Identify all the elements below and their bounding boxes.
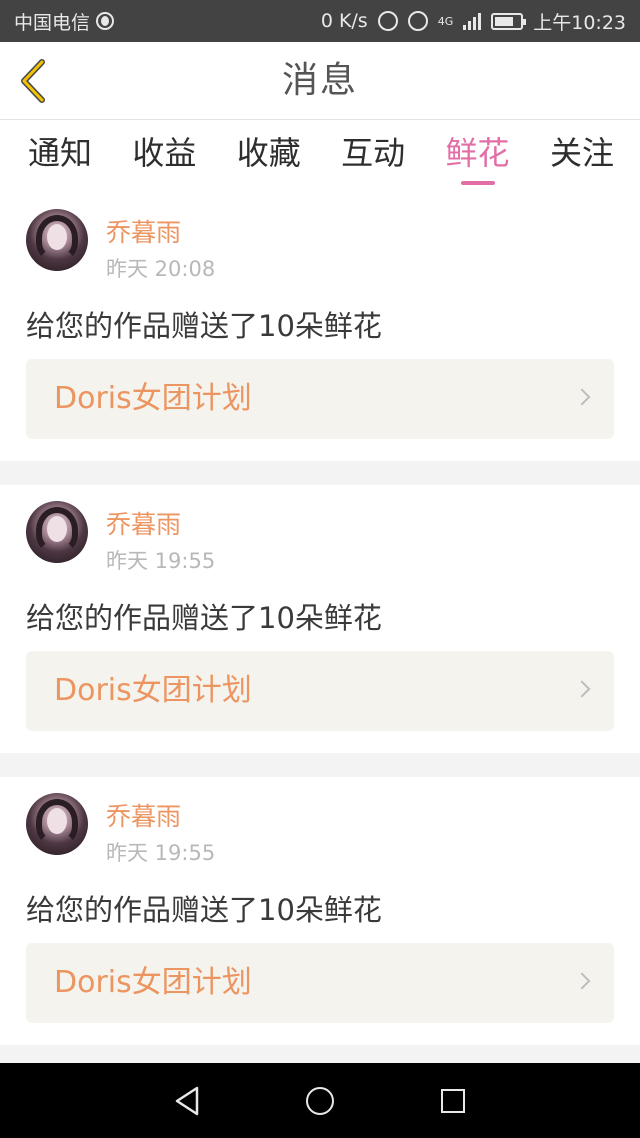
message-text: 给您的作品赠送了10朵鲜花 [26,601,382,635]
tab-bar: 通知 收益 收藏 互动 鲜花 关注 [0,121,640,193]
chevron-right-icon [573,972,591,990]
chevron-right-icon [573,680,591,698]
message-item: 乔暮雨 昨天 20:08 给您的作品赠送了10朵鲜花 Doris女团计划 [0,193,640,461]
sender-name[interactable]: 乔暮雨 [106,505,181,541]
chevron-left-icon [21,59,45,103]
message-text: 给您的作品赠送了10朵鲜花 [26,309,382,343]
circle-home-icon [305,1086,334,1115]
sender-name[interactable]: 乔暮雨 [106,797,181,833]
nav-back-button[interactable] [159,1073,215,1129]
tab-label: 互动 [341,134,406,172]
globe-icon [96,12,115,30]
tab-label: 鲜花 [445,134,510,172]
work-link-card[interactable]: Doris女团计划 [26,651,614,731]
clock: 上午10:23 [533,11,626,34]
work-link-card[interactable]: Doris女团计划 [26,943,614,1023]
tab-favorites[interactable]: 收藏 [217,121,321,193]
message-time: 昨天 19:55 [106,841,216,865]
square-recents-icon [441,1088,466,1113]
network-speed: 0 K/s [320,10,368,32]
network-type: 4G [437,14,454,28]
work-title: Doris女团计划 [54,965,252,1000]
message-item: 乔暮雨 昨天 19:55 给您的作品赠送了10朵鲜花 Doris女团计划 [0,777,640,1045]
headphones-icon [377,11,398,31]
message-list[interactable]: 乔暮雨 昨天 20:08 给您的作品赠送了10朵鲜花 Doris女团计划 乔暮雨… [0,193,640,1063]
data-saver-icon [407,11,428,31]
tab-label: 收益 [132,134,197,172]
tab-label: 关注 [549,134,614,172]
system-nav-bar [0,1063,640,1138]
message-time: 昨天 20:08 [106,257,216,281]
status-right: 0 K/s 4G 上午10:23 [321,8,626,35]
message-time: 昨天 19:55 [106,549,216,573]
triangle-back-icon [175,1086,198,1115]
tab-following[interactable]: 关注 [530,121,634,193]
nav-home-button[interactable] [292,1073,348,1129]
tab-notifications[interactable]: 通知 [8,121,112,193]
work-title: Doris女团计划 [54,673,252,708]
chevron-right-icon [573,388,591,406]
status-left: 中国电信 [14,8,115,35]
tab-label: 收藏 [236,134,301,172]
tab-interactions[interactable]: 互动 [321,121,425,193]
app-header: 消息 [0,42,640,120]
avatar[interactable] [26,793,88,855]
tab-flowers[interactable]: 鲜花 [426,121,530,193]
tab-label: 通知 [27,134,92,172]
avatar[interactable] [26,209,88,271]
page-title: 消息 [281,60,358,101]
message-text: 给您的作品赠送了10朵鲜花 [26,893,382,927]
active-tab-indicator [460,181,495,185]
work-title: Doris女团计划 [54,381,252,416]
avatar[interactable] [26,501,88,563]
status-bar: 中国电信 0 K/s 4G 上午10:23 [0,0,640,42]
signal-icon [463,12,482,30]
nav-recents-button[interactable] [425,1073,481,1129]
work-link-card[interactable]: Doris女团计划 [26,359,614,439]
back-button[interactable] [14,58,54,104]
tab-earnings[interactable]: 收益 [112,121,216,193]
battery-icon [491,12,527,30]
carrier-name: 中国电信 [14,11,91,34]
sender-name[interactable]: 乔暮雨 [106,213,181,249]
message-item: 乔暮雨 昨天 19:55 给您的作品赠送了10朵鲜花 Doris女团计划 [0,485,640,753]
